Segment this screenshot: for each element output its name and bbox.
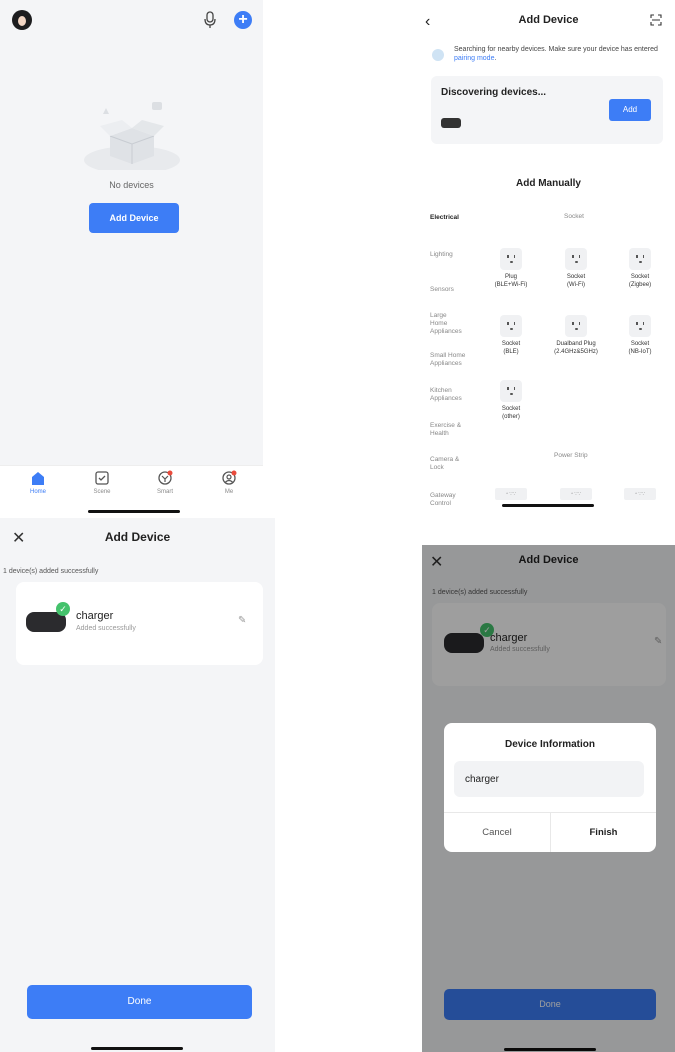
done-button[interactable]: Done <box>27 985 252 1019</box>
item-label-2: (2.4GHz&5GHz) <box>554 349 598 355</box>
device-item[interactable]: Socket (Wi-Fi) <box>551 248 601 289</box>
device-item[interactable]: Socket (Zigbee) <box>615 248 665 289</box>
search-hint-text: Searching for nearby devices. Make sure … <box>454 46 658 53</box>
socket-icon <box>500 380 522 402</box>
item-label-1: Socket <box>501 406 521 412</box>
scan-icon[interactable] <box>650 14 662 26</box>
power-strip-icon[interactable]: ▫ ∵∵ <box>495 488 527 500</box>
item-label-2: (BLE+Wi-Fi) <box>494 282 528 288</box>
category-large-home-appliances[interactable]: Large Home Appliances <box>430 312 464 336</box>
category-electrical[interactable]: Electrical <box>430 214 476 222</box>
discovering-card: Discovering devices... Add <box>431 76 663 144</box>
section-power-strip: Power Strip <box>554 452 588 459</box>
discovering-title: Discovering devices... <box>441 87 547 98</box>
device-item[interactable]: Dualband Plug (2.4GHz&5GHz) <box>547 315 605 356</box>
category-camera-lock[interactable]: Camera & Lock <box>430 456 460 472</box>
category-kitchen-appliances[interactable]: Kitchen Appliances <box>430 387 470 403</box>
tab-smart[interactable]: Smart <box>140 470 190 495</box>
add-icon[interactable]: + <box>234 11 252 29</box>
page-title: Add Device <box>518 14 579 26</box>
device-item[interactable]: Socket (BLE) <box>486 315 536 356</box>
category-gateway-control[interactable]: Gateway Control <box>430 492 464 508</box>
tab-label: Smart <box>156 489 173 495</box>
dialog-title: Device Information <box>504 739 596 750</box>
avatar[interactable] <box>12 10 32 30</box>
item-label-2: (Wi-Fi) <box>567 282 585 288</box>
power-strip-icon[interactable]: ▫ ∵∵ <box>560 488 592 500</box>
item-label-2: (NB-IoT) <box>628 349 652 355</box>
empty-box-illustration <box>84 102 180 170</box>
pairing-mode-link[interactable]: pairing mode <box>454 55 494 62</box>
device-status: Added successfully <box>76 625 136 632</box>
home-indicator <box>502 504 594 507</box>
device-information-dialog: Device Information Cancel Finish <box>444 723 656 852</box>
page-title: Add Device <box>104 530 171 544</box>
item-label-1: Dualband Plug <box>556 341 596 347</box>
category-sensors[interactable]: Sensors <box>430 286 476 294</box>
socket-icon <box>629 315 651 337</box>
power-strip-icon[interactable]: ▫ ∵∵ <box>624 488 656 500</box>
tab-label: Me <box>224 489 234 495</box>
search-hint: Searching for nearby devices. Make sure … <box>454 45 669 63</box>
scene-icon <box>95 471 109 485</box>
socket-icon <box>629 248 651 270</box>
section-socket: Socket <box>564 213 584 220</box>
category-lighting[interactable]: Lighting <box>430 251 476 259</box>
add-button[interactable]: Add <box>609 99 651 121</box>
item-label-2: (other) <box>502 414 520 420</box>
item-label-1: Socket <box>630 274 650 280</box>
device-item[interactable]: Plug (BLE+Wi-Fi) <box>486 248 536 289</box>
item-label-1: Plug <box>504 274 517 280</box>
item-label-2: (BLE) <box>503 349 519 355</box>
searching-icon <box>432 49 444 61</box>
add-manually-heading: Add Manually <box>515 178 581 189</box>
home-screen: + No devices Add Device Home Scene Smart… <box>0 0 263 518</box>
home-indicator <box>91 1047 183 1050</box>
tab-label: Home <box>29 489 46 495</box>
smart-icon <box>158 470 173 485</box>
socket-icon <box>500 315 522 337</box>
item-label-2: (Zigbee) <box>628 282 652 288</box>
device-added-screen: ✕ Add Device 1 device(s) added successfu… <box>0 518 275 1052</box>
device-card: ✓ charger Added successfully ✎ <box>16 582 263 665</box>
tab-label: Scene <box>93 489 111 495</box>
item-label-1: Socket <box>630 341 650 347</box>
device-item[interactable]: Socket (other) <box>486 380 536 421</box>
tab-scene[interactable]: Scene <box>77 470 127 495</box>
device-item[interactable]: Socket (NB-IoT) <box>615 315 665 356</box>
item-label-1: Socket <box>501 341 521 347</box>
search-hint-end: . <box>494 55 497 62</box>
add-device-screen: ‹ Add Device Searching for nearby device… <box>422 0 675 518</box>
socket-icon <box>565 315 587 337</box>
socket-icon <box>565 248 587 270</box>
item-label-1: Socket <box>566 274 586 280</box>
no-devices-text: No devices <box>109 180 154 190</box>
me-icon <box>222 470 237 485</box>
tab-me[interactable]: Me <box>204 470 254 495</box>
edit-icon[interactable]: ✎ <box>238 615 246 626</box>
tab-home[interactable]: Home <box>13 470 63 495</box>
home-indicator <box>88 510 180 513</box>
category-exercise-health[interactable]: Exercise & Health <box>430 422 464 438</box>
socket-icon <box>500 248 522 270</box>
device-name: charger <box>76 610 114 622</box>
category-small-home-appliances[interactable]: Small Home Appliances <box>430 352 476 368</box>
added-status: 1 device(s) added successfully <box>3 568 99 575</box>
discovered-device-icon[interactable] <box>441 118 461 128</box>
microphone-icon[interactable] <box>204 11 216 29</box>
device-name-input[interactable] <box>454 761 644 797</box>
device-information-screen: ✕ Add Device 1 device(s) added successfu… <box>422 545 675 1052</box>
finish-button[interactable]: Finish <box>551 813 656 852</box>
add-device-button[interactable]: Add Device <box>89 203 179 233</box>
home-icon <box>32 472 44 485</box>
cancel-button[interactable]: Cancel <box>444 813 550 852</box>
check-icon: ✓ <box>56 602 70 616</box>
